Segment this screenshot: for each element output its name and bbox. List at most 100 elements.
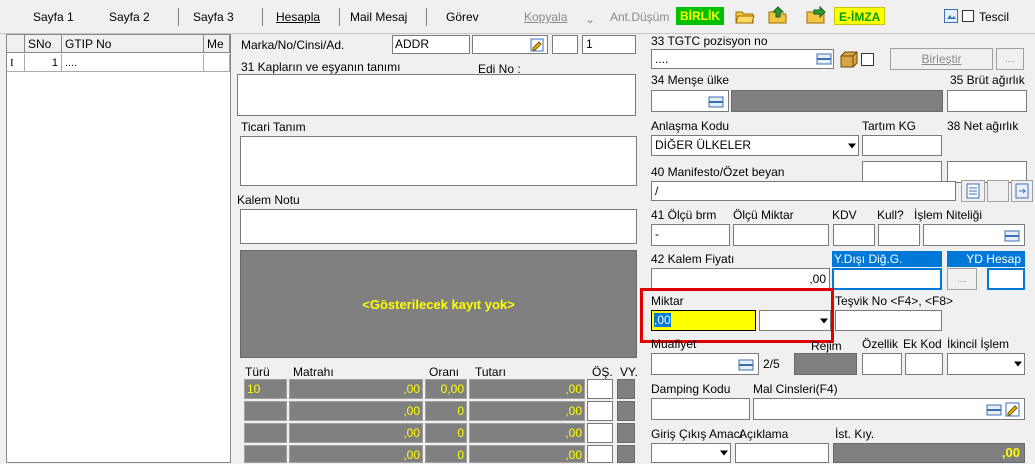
tax-cell-tutari[interactable]: ,00 xyxy=(469,445,585,463)
tax-cell-vy[interactable] xyxy=(617,445,635,463)
tesvik-input[interactable] xyxy=(835,310,942,331)
tax-cell-tutari[interactable]: ,00 xyxy=(469,379,585,399)
grid-header-me[interactable]: Me xyxy=(204,35,230,53)
marka-input[interactable]: ADDR xyxy=(392,35,470,54)
giris-cikis-select[interactable] xyxy=(651,443,731,463)
lookup-icon[interactable] xyxy=(708,94,724,113)
olcu-miktar-input[interactable] xyxy=(733,224,829,246)
tax-cell-orani[interactable]: 0,00 xyxy=(425,379,467,399)
tax-cell-orani[interactable]: 0 xyxy=(425,401,467,421)
yd-hesap-label: YD Hesap xyxy=(947,251,1025,267)
tab-sayfa-1[interactable]: Sayfa 1 xyxy=(33,10,74,24)
ek-kod-input[interactable] xyxy=(905,353,943,375)
manifesto-blank-button[interactable] xyxy=(987,180,1009,202)
tgtc-input[interactable]: .... xyxy=(651,49,834,69)
edit-note-icon[interactable] xyxy=(1005,402,1021,421)
tax-cell-tutari[interactable]: ,00 xyxy=(469,423,585,443)
lookup-icon[interactable] xyxy=(986,402,1002,421)
gorev-button[interactable]: Görev xyxy=(446,10,479,24)
folder-open-icon[interactable] xyxy=(735,8,755,27)
manifesto-export-button[interactable] xyxy=(1011,180,1033,202)
ozellik-input[interactable] xyxy=(862,353,902,375)
kull-input[interactable] xyxy=(878,224,920,246)
tgtc-checkbox[interactable] xyxy=(861,53,874,66)
tartim-secondary-input[interactable] xyxy=(862,161,942,183)
birlestir-button[interactable]: Birleştir xyxy=(890,48,993,70)
e-imza-button[interactable]: E-İMZA xyxy=(834,7,886,25)
ant-dusum-button[interactable]: Ant.Düşüm xyxy=(610,10,669,24)
miktar-unit-select[interactable] xyxy=(759,310,831,331)
ticari-tanim-textarea[interactable] xyxy=(240,136,637,186)
grid-cell-sno[interactable]: 1 xyxy=(25,54,62,72)
chevron-down-icon[interactable] xyxy=(820,318,828,323)
tax-cell-matrahi[interactable]: ,00 xyxy=(289,379,423,399)
yd-hesap-input[interactable] xyxy=(987,268,1025,290)
tax-cell-vy[interactable] xyxy=(617,401,635,421)
lookup-icon[interactable] xyxy=(1004,228,1020,247)
tescil-checkbox[interactable] xyxy=(962,10,974,22)
tax-cell-turu[interactable]: 10 xyxy=(244,379,287,399)
kopyala-button[interactable]: Kopyala xyxy=(524,10,567,24)
edit-note-icon[interactable] xyxy=(530,38,544,55)
grid-cell-gtip[interactable]: .... xyxy=(62,54,204,72)
tax-cell-os[interactable] xyxy=(587,423,613,443)
package-icon[interactable] xyxy=(839,50,859,71)
tartim-input[interactable] xyxy=(862,135,942,156)
lookup-icon[interactable] xyxy=(816,51,832,70)
tax-cell-tutari[interactable]: ,00 xyxy=(469,401,585,421)
brut-input[interactable] xyxy=(947,90,1027,112)
folder-export-icon[interactable] xyxy=(806,5,826,27)
tax-cell-os[interactable] xyxy=(587,401,613,421)
grid-header-gtip[interactable]: GTIP No xyxy=(62,35,204,53)
mense-input[interactable] xyxy=(651,90,729,112)
more-button[interactable]: .... xyxy=(996,48,1024,70)
kalem-notu-textarea[interactable] xyxy=(240,209,637,244)
kalem-fiyati-input[interactable]: ,00 xyxy=(651,268,830,290)
anlasma-select[interactable]: DİĞER ÜLKELER xyxy=(651,135,859,156)
tab-sayfa-2[interactable]: Sayfa 2 xyxy=(109,10,150,24)
tax-cell-matrahi[interactable]: ,00 xyxy=(289,445,423,463)
document-icon[interactable] xyxy=(944,9,958,23)
yd-more-button[interactable]: .... xyxy=(947,268,977,290)
manifesto-input[interactable]: / xyxy=(651,181,956,201)
tab-sayfa-3[interactable]: Sayfa 3 xyxy=(193,10,234,24)
ikincil-islem-select[interactable] xyxy=(947,353,1025,375)
mal-cinsleri-input[interactable] xyxy=(753,398,1025,420)
mail-mesaj-button[interactable]: Mail Mesaj xyxy=(350,10,407,24)
folder-upload-icon[interactable] xyxy=(768,6,788,27)
miktar-input[interactable]: ,00 xyxy=(651,310,756,331)
row-indicator[interactable]: I xyxy=(7,54,25,72)
chevron-down-icon[interactable] xyxy=(848,143,856,148)
tax-cell-vy[interactable] xyxy=(617,379,635,399)
marka-number-input[interactable]: 1 xyxy=(582,35,636,54)
muafiyet-input[interactable] xyxy=(651,353,759,375)
damping-input[interactable] xyxy=(651,398,750,420)
grid-cell-me[interactable] xyxy=(204,54,230,72)
tax-cell-turu[interactable] xyxy=(244,445,287,463)
kdv-input[interactable] xyxy=(833,224,875,246)
tax-cell-turu[interactable] xyxy=(244,423,287,443)
islem-niteligi-input[interactable] xyxy=(923,224,1025,246)
olcu-brm-input[interactable]: - xyxy=(651,224,730,246)
chevron-down-icon[interactable] xyxy=(720,450,728,456)
tax-cell-orani[interactable]: 0 xyxy=(425,423,467,443)
hesapla-button[interactable]: Hesapla xyxy=(276,10,320,24)
kopyala-dropdown-icon[interactable]: ⌄ xyxy=(585,12,595,26)
tax-cell-os[interactable] xyxy=(587,379,613,399)
marka-small-input[interactable] xyxy=(552,35,578,54)
chevron-down-icon[interactable] xyxy=(1014,361,1022,367)
aciklama-input[interactable] xyxy=(735,443,829,463)
tax-cell-matrahi[interactable]: ,00 xyxy=(289,423,423,443)
tax-cell-matrahi[interactable]: ,00 xyxy=(289,401,423,421)
grid-header-sno[interactable]: SNo xyxy=(25,35,62,53)
esya-tanimi-textarea[interactable] xyxy=(237,74,636,116)
tax-cell-os[interactable] xyxy=(587,445,613,463)
ydisi-input[interactable] xyxy=(832,268,942,290)
manifesto-list-button[interactable] xyxy=(961,180,985,202)
tax-cell-vy[interactable] xyxy=(617,423,635,443)
lookup-icon[interactable] xyxy=(738,357,754,376)
marka-secondary-input[interactable] xyxy=(472,35,548,54)
tax-cell-orani[interactable]: 0 xyxy=(425,445,467,463)
birlik-button[interactable]: BİRLİK xyxy=(676,7,724,25)
tax-cell-turu[interactable] xyxy=(244,401,287,421)
